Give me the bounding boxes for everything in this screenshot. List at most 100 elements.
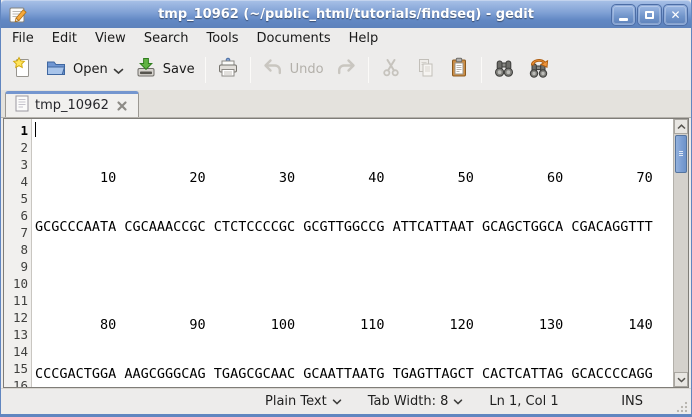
text-cursor [35,122,36,137]
tab-width-label: Tab Width: 8 [368,394,449,409]
chevron-down-icon [453,399,463,405]
menu-documents[interactable]: Documents [248,29,340,48]
window-title: tmp_10962 (~/public_html/tutorials/finds… [1,7,691,22]
redo-icon [334,56,358,84]
find-replace-icon [526,56,552,84]
line-number: 9 [4,258,28,275]
editor-area: 1 2 3 4 5 6 7 8 9 10 11 12 13 14 15 16 [1,118,691,388]
tab-close-button[interactable] [115,99,129,113]
copy-button[interactable] [408,52,442,88]
line-number: 12 [4,309,28,326]
menu-help[interactable]: Help [340,29,388,48]
chevron-down-icon[interactable] [113,60,124,79]
tab-tmp-10962[interactable]: tmp_10962 [5,91,139,117]
overwrite-mode-indicator: INS [615,392,649,411]
vertical-scrollbar[interactable] [673,119,688,387]
undo-icon [261,56,285,84]
close-button[interactable]: ✕ [664,5,687,25]
title-bar[interactable]: tmp_10962 (~/public_html/tutorials/finds… [1,0,691,28]
tab-width-selector[interactable]: Tab Width: 8 [362,392,470,411]
maximize-button[interactable] [638,5,661,25]
find-button[interactable] [487,52,521,88]
copy-icon [413,56,437,84]
cursor-position: Ln 1, Col 1 [483,392,564,411]
line-number: 10 [4,275,28,292]
save-button-label: Save [163,62,195,77]
paste-icon [447,56,471,84]
editor-frame: 1 2 3 4 5 6 7 8 9 10 11 12 13 14 15 16 [3,118,689,388]
toolbar-separator [368,57,369,83]
line-number: 13 [4,326,28,343]
cut-button[interactable] [374,52,408,88]
line-number: 4 [4,173,28,190]
editor-line: CCCGACTGGA AAGCGGGCAG TGAGCGCAAC GCAATTA… [35,366,673,383]
line-number: 16 [4,377,28,387]
close-icon [116,100,128,112]
line-number: 8 [4,241,28,258]
text-region: 1 2 3 4 5 6 7 8 9 10 11 12 13 14 15 16 [4,119,673,387]
toolbar-separator [205,57,206,83]
window-controls: ✕ [612,5,687,25]
minimize-button[interactable] [612,5,635,25]
line-number: 3 [4,156,28,173]
editor-line: 80 90 100 110 120 130 140 [35,317,673,334]
scroll-up-button[interactable] [674,119,688,134]
open-button[interactable]: Open [39,52,129,88]
print-button[interactable] [211,52,245,88]
chevron-down-icon [677,377,686,383]
line-number: 1 [4,122,28,139]
status-bar: Plain Text Tab Width: 8 Ln 1, Col 1 INS [1,388,691,414]
minimize-icon [619,18,628,21]
print-icon [216,56,240,84]
editor-line: GCGCCCAATA CGCAAACCGC CTCTCCCCGC GCGTTGG… [35,219,673,236]
toolbar-separator [481,57,482,83]
find-replace-button[interactable] [521,52,557,88]
line-number: 14 [4,343,28,360]
document-icon [15,95,29,116]
cut-icon [379,56,403,84]
maximize-icon [645,11,654,19]
line-number: 15 [4,360,28,377]
menu-search[interactable]: Search [135,29,198,48]
paste-button[interactable] [442,52,476,88]
menu-tools[interactable]: Tools [197,29,247,48]
undo-button[interactable]: Undo [256,52,329,88]
line-number: 7 [4,224,28,241]
new-document-button[interactable] [5,52,39,88]
resize-grip[interactable] [675,400,689,414]
redo-button[interactable] [329,52,363,88]
menu-bar: File Edit View Search Tools Documents He… [1,28,691,49]
tab-label: tmp_10962 [35,98,109,113]
line-number: 11 [4,292,28,309]
language-label: Plain Text [265,394,327,409]
save-button[interactable]: Save [129,52,200,88]
editor-line: 10 20 30 40 50 60 70 [35,170,673,187]
tab-bar: tmp_10962 [1,90,691,118]
new-document-icon [10,56,34,84]
menu-view[interactable]: View [86,29,135,48]
toolbar-separator [250,57,251,83]
undo-button-label: Undo [290,62,324,77]
save-icon [134,56,158,84]
toolbar: Open Save [1,49,691,90]
scrollbar-track[interactable] [674,134,688,372]
line-number: 5 [4,190,28,207]
text-content[interactable]: 10 20 30 40 50 60 70 GCGCCCAATA CGCAAACC… [32,119,673,387]
line-number-gutter: 1 2 3 4 5 6 7 8 9 10 11 12 13 14 15 16 [4,119,32,387]
find-icon [492,56,516,84]
line-number: 2 [4,139,28,156]
language-selector[interactable]: Plain Text [259,392,348,411]
chevron-up-icon [677,124,686,130]
line-number: 6 [4,207,28,224]
open-folder-icon [44,56,68,84]
close-icon: ✕ [670,9,680,21]
gedit-window: tmp_10962 (~/public_html/tutorials/finds… [0,0,692,417]
gedit-app-icon [9,5,29,25]
scroll-down-button[interactable] [674,372,688,387]
chevron-down-icon [332,399,342,405]
open-button-label: Open [73,62,108,77]
scrollbar-thumb[interactable] [675,135,687,173]
editor-line [35,268,673,285]
menu-edit[interactable]: Edit [43,29,86,48]
menu-file[interactable]: File [3,29,43,48]
